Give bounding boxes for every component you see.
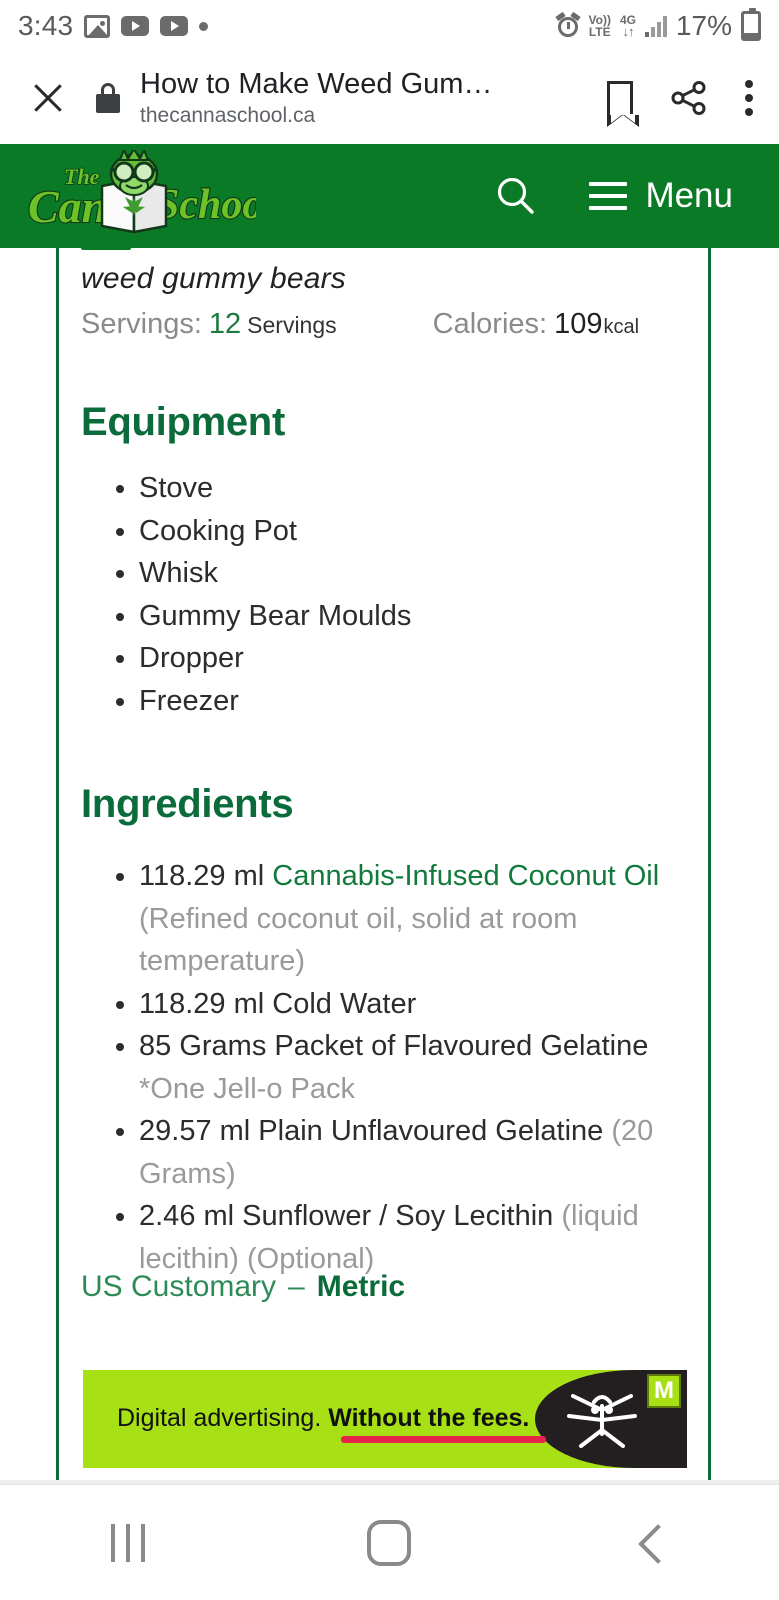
- ad-badge: M: [647, 1374, 681, 1408]
- ingredient-note: *One Jell-o Pack: [139, 1072, 355, 1105]
- servings-unit: Servings: [247, 312, 337, 338]
- mobile-data-icon: 4G ↓↑: [619, 13, 636, 39]
- calories-group: Calories: 109 kcal: [433, 308, 639, 341]
- ingredient-amount: 118.29 ml: [139, 860, 273, 892]
- list-item: 29.57 ml Plain Unflavoured Gelatine (20 …: [139, 1110, 693, 1195]
- share-icon[interactable]: [671, 80, 707, 116]
- ingredient-name: Sunflower / Soy Lecithin: [242, 1200, 554, 1232]
- menu-label: Menu: [645, 176, 733, 215]
- equipment-list: Stove Cooking Pot Whisk Gummy Bear Mould…: [81, 467, 411, 722]
- search-icon[interactable]: [493, 174, 537, 218]
- list-item: Stove: [139, 467, 411, 510]
- home-icon[interactable]: [367, 1519, 412, 1566]
- alarm-icon: [554, 11, 581, 38]
- list-item: Whisk: [139, 552, 411, 595]
- list-item: Cooking Pot: [139, 510, 411, 553]
- page-content: weed gummy bears Servings: 12 Servings C…: [0, 248, 779, 1484]
- ingredient-amount: 85 Grams: [139, 1030, 275, 1062]
- ingredient-amount: 2.46 ml: [139, 1200, 243, 1232]
- browser-toolbar: How to Make Weed Gum… thecannaschool.ca: [0, 52, 779, 144]
- scrolled-button-remnant: [81, 248, 131, 250]
- svg-text:School: School: [156, 182, 256, 228]
- ingredient-amount: 118.29 ml: [139, 987, 273, 1020]
- servings-label: Servings:: [81, 308, 202, 340]
- ad-text-bold: Without the fees.: [328, 1404, 530, 1432]
- close-icon[interactable]: [26, 76, 70, 120]
- mantis-logo-icon: [563, 1390, 641, 1452]
- signal-strength-icon: [644, 15, 667, 37]
- phone-screen: 3:43 Vo)) LTE 4G ↓↑ 17% How to Make Weed…: [0, 0, 779, 1600]
- page-url: thecannaschool.ca: [140, 103, 316, 127]
- lock-icon: [96, 83, 120, 113]
- list-item: Freezer: [139, 680, 411, 723]
- bookmark-icon[interactable]: [607, 81, 639, 127]
- status-bar-clock: 3:43: [18, 10, 74, 41]
- ad-text: Digital advertising. Without the fees.: [117, 1404, 529, 1433]
- svg-text:The: The: [64, 164, 100, 189]
- status-bar: 3:43 Vo)) LTE 4G ↓↑ 17%: [0, 0, 779, 52]
- unit-metric[interactable]: Metric: [317, 1270, 405, 1304]
- ingredients-section: Ingredients 118.29 ml Cannabis-Infused C…: [81, 782, 693, 1280]
- ingredient-name: Packet of Flavoured Gelatine: [274, 1030, 649, 1062]
- status-bar-right: Vo)) LTE 4G ↓↑ 17%: [554, 8, 761, 42]
- site-logo[interactable]: Canna The School: [24, 147, 276, 242]
- ingredient-name: Plain Unflavoured Gelatine: [258, 1115, 604, 1147]
- page-title: How to Make Weed Gum…: [140, 67, 493, 100]
- android-nav-bar: [0, 1484, 779, 1600]
- dot-icon: [199, 21, 209, 31]
- equipment-heading: Equipment: [81, 400, 285, 444]
- ingredients-list: 118.29 ml Cannabis-Infused Coconut Oil (…: [81, 855, 693, 1280]
- list-item: Gummy Bear Moulds: [139, 595, 411, 638]
- list-item: 2.46 ml Sunflower / Soy Lecithin (liquid…: [139, 1195, 693, 1280]
- youtube-icon: [121, 16, 150, 36]
- servings-value[interactable]: 12: [209, 308, 241, 341]
- ingredients-heading: Ingredients: [81, 782, 294, 826]
- equipment-section: Equipment Stove Cooking Pot Whisk Gummy …: [81, 400, 411, 722]
- address-bar[interactable]: How to Make Weed Gum… thecannaschool.ca: [140, 67, 595, 130]
- list-item: Dropper: [139, 637, 411, 680]
- calories-label: Calories:: [432, 308, 548, 340]
- ingredient-note: (Refined coconut oil, solid at room temp…: [139, 902, 578, 978]
- browser-actions: [607, 80, 753, 127]
- ingredient-link[interactable]: Cannabis-Infused Coconut Oil: [272, 860, 659, 892]
- unit-toggle: US Customary – Metric: [81, 1270, 405, 1304]
- recipe-meta-row: Servings: 12 Servings Calories: 109 kcal: [81, 308, 681, 341]
- battery-percent-label: 17%: [675, 10, 732, 41]
- more-options-icon[interactable]: [745, 80, 753, 116]
- battery-icon: [741, 8, 761, 41]
- ad-underline: [341, 1436, 546, 1443]
- youtube-icon: [160, 16, 189, 36]
- menu-button[interactable]: Menu: [589, 176, 733, 216]
- site-header-actions: Menu: [493, 174, 755, 218]
- recipe-subtitle: weed gummy bears: [81, 262, 346, 295]
- ad-banner[interactable]: M Digital advertising. Without the fees.: [83, 1370, 687, 1468]
- recents-icon[interactable]: [111, 1523, 146, 1562]
- back-icon[interactable]: [634, 1526, 668, 1560]
- list-item: 118.29 ml Cold Water: [139, 983, 693, 1026]
- calories-value: 109: [554, 308, 603, 340]
- unit-separator: –: [288, 1270, 305, 1303]
- ingredient-name: Cold Water: [272, 987, 417, 1020]
- ad-text-normal: Digital advertising.: [117, 1404, 329, 1432]
- hamburger-icon: [589, 182, 628, 210]
- image-icon: [84, 14, 111, 38]
- recipe-card: weed gummy bears Servings: 12 Servings C…: [56, 248, 711, 1484]
- unit-us-customary[interactable]: US Customary: [81, 1270, 276, 1304]
- site-header: Canna The School: [0, 144, 779, 248]
- volte-icon: Vo)) LTE: [588, 13, 611, 39]
- ingredient-amount: 29.57 ml: [139, 1115, 259, 1147]
- status-bar-left: 3:43: [18, 10, 209, 42]
- calories-unit: kcal: [603, 316, 640, 338]
- list-item: 85 Grams Packet of Flavoured Gelatine *O…: [139, 1025, 693, 1110]
- list-item: 118.29 ml Cannabis-Infused Coconut Oil (…: [139, 855, 693, 983]
